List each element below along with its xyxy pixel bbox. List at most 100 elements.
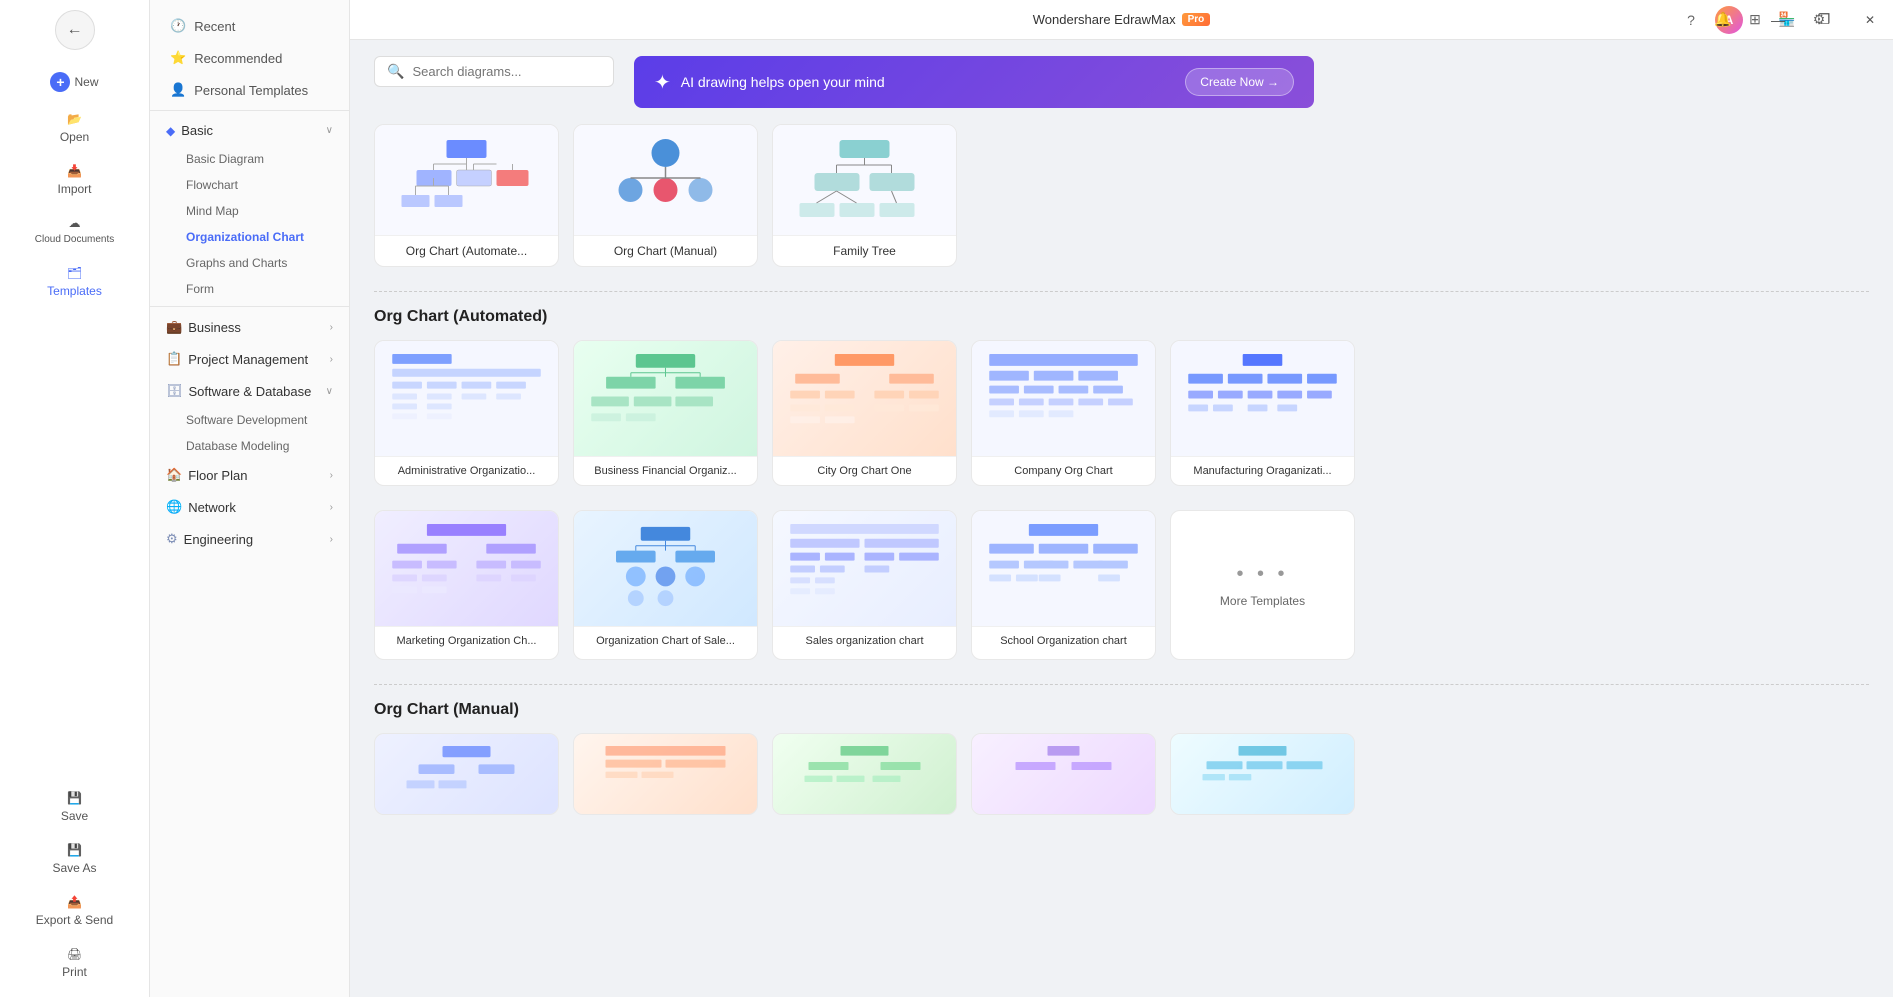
category-floor[interactable]: 🏠 Floor Plan ›	[150, 459, 349, 491]
create-now-button[interactable]: Create Now →	[1185, 68, 1294, 96]
card-manufacturing[interactable]: Manufacturing Oraganizati...	[1170, 340, 1355, 486]
business-chevron-icon: ›	[330, 322, 333, 333]
card-sales-org[interactable]: Sales organization chart	[772, 510, 957, 660]
card-school-org-label: School Organization chart	[972, 626, 1155, 655]
nav-print[interactable]: 🖨 Print	[0, 939, 149, 987]
app-title: Wondershare EdrawMax Pro	[1033, 12, 1211, 27]
card-company-org[interactable]: Company Org Chart	[971, 340, 1156, 486]
personal-icon: 👤	[170, 82, 186, 98]
category-engineering[interactable]: ⚙ Engineering ›	[150, 523, 349, 555]
import-icon: 📥	[67, 164, 82, 178]
nav-cloud[interactable]: ☁ Cloud Documents	[0, 208, 149, 254]
card-city-org[interactable]: City Org Chart One	[772, 340, 957, 486]
card-family-tree-preview	[773, 125, 956, 235]
card-school-org-preview	[972, 511, 1155, 626]
software-chevron-icon: ∨	[326, 386, 333, 397]
card-marketing[interactable]: Marketing Organization Ch...	[374, 510, 559, 660]
network-icon: 🌐	[166, 499, 182, 515]
card-org-auto[interactable]: Org Chart (Automate...	[374, 124, 559, 267]
pro-badge: Pro	[1182, 13, 1211, 26]
recent-icon: 🕐	[170, 18, 186, 34]
more-templates-card[interactable]: • • • More Templates	[1170, 510, 1355, 660]
card-manual-1[interactable]	[374, 733, 559, 815]
nav-save-label: Save	[61, 809, 88, 823]
category-business[interactable]: 💼 Business ›	[150, 311, 349, 343]
search-icon: 🔍	[387, 63, 404, 80]
search-bar[interactable]: 🔍	[374, 56, 614, 87]
card-org-sales[interactable]: Organization Chart of Sale...	[573, 510, 758, 660]
ai-icon: ✦	[654, 70, 671, 95]
sidebar-item-recommended[interactable]: ⭐ Recommended	[150, 42, 349, 74]
title-bar: Wondershare EdrawMax Pro A ? 🔔 ⊞ 🏪 ⚙ — ❐…	[350, 0, 1893, 40]
card-manufacturing-preview	[1171, 341, 1354, 456]
notification-icon-btn[interactable]: 🔔	[1709, 6, 1737, 34]
save-icon: 💾	[67, 791, 82, 805]
nav-save-as[interactable]: 💾 Save As	[0, 835, 149, 883]
help-icon-btn[interactable]: ?	[1677, 6, 1705, 34]
floor-icon: 🏠	[166, 467, 182, 483]
sidebar-item-form[interactable]: Form	[150, 276, 349, 302]
card-manual-3-preview	[773, 734, 956, 814]
sidebar-item-graphs[interactable]: Graphs and Charts	[150, 250, 349, 276]
minimize-button[interactable]: —	[1755, 0, 1801, 40]
nav-new[interactable]: + New	[0, 64, 149, 100]
engineering-icon: ⚙	[166, 531, 178, 547]
search-input[interactable]	[412, 64, 601, 79]
sidebar-item-software-dev[interactable]: Software Development	[150, 407, 349, 433]
project-chevron-icon: ›	[330, 354, 333, 365]
ai-banner-left: ✦ AI drawing helps open your mind	[654, 70, 885, 95]
card-manual-5[interactable]	[1170, 733, 1355, 815]
section-automated-title: Org Chart (Automated)	[374, 308, 1869, 326]
sidebar-item-recent[interactable]: 🕐 Recent	[150, 10, 349, 42]
card-manual-1-preview	[375, 734, 558, 814]
card-manufacturing-label: Manufacturing Oraganizati...	[1171, 456, 1354, 485]
category-network[interactable]: 🌐 Network ›	[150, 491, 349, 523]
nav-export[interactable]: 📤 Export & Send	[0, 887, 149, 935]
window-controls: — ❐ ✕	[1755, 0, 1893, 40]
section-divider-1	[374, 291, 1869, 292]
automated-grid: Administrative Organizatio...	[374, 340, 1869, 486]
card-sales-org-label: Sales organization chart	[773, 626, 956, 655]
software-icon: 🗄	[166, 383, 183, 399]
card-company-org-label: Company Org Chart	[972, 456, 1155, 485]
network-chevron-icon: ›	[330, 502, 333, 513]
nav-import[interactable]: 📥 Import	[0, 156, 149, 204]
card-manual-2[interactable]	[573, 733, 758, 815]
nav-templates[interactable]: 🗂 Templates	[0, 258, 149, 306]
basic-chevron-icon: ∨	[326, 125, 333, 136]
sidebar-second: 🕐 Recent ⭐ Recommended 👤 Personal Templa…	[150, 0, 350, 997]
card-admin[interactable]: Administrative Organizatio...	[374, 340, 559, 486]
card-org-manual[interactable]: Org Chart (Manual)	[573, 124, 758, 267]
sidebar-item-flowchart[interactable]: Flowchart	[150, 172, 349, 198]
back-button[interactable]: ←	[55, 10, 95, 50]
category-basic[interactable]: ◆ Basic ∨	[150, 115, 349, 146]
nav-new-label: New	[74, 75, 98, 89]
card-manual-4[interactable]	[971, 733, 1156, 815]
card-sales-org-preview	[773, 511, 956, 626]
card-school-org[interactable]: School Organization chart	[971, 510, 1156, 660]
sidebar-item-database[interactable]: Database Modeling	[150, 433, 349, 459]
maximize-button[interactable]: ❐	[1801, 0, 1847, 40]
basic-cat-icon: ◆	[166, 124, 175, 138]
card-business-financial[interactable]: Business Financial Organiz...	[573, 340, 758, 486]
recommended-icon: ⭐	[170, 50, 186, 66]
card-marketing-preview	[375, 511, 558, 626]
sidebar-item-mind-map[interactable]: Mind Map	[150, 198, 349, 224]
category-software[interactable]: 🗄 Software & Database ∨	[150, 375, 349, 407]
nav-save[interactable]: 💾 Save	[0, 783, 149, 831]
nav-templates-label: Templates	[47, 284, 102, 298]
card-org-auto-preview	[375, 125, 558, 235]
close-button[interactable]: ✕	[1847, 0, 1893, 40]
card-family-tree-label: Family Tree	[773, 235, 956, 266]
sidebar-item-org-chart[interactable]: Organizational Chart	[150, 224, 349, 250]
card-manual-3[interactable]	[772, 733, 957, 815]
sidebar-item-basic-diagram[interactable]: Basic Diagram	[150, 146, 349, 172]
card-org-sales-label: Organization Chart of Sale...	[574, 626, 757, 655]
nav-open[interactable]: 📂 Open	[0, 104, 149, 152]
card-business-financial-label: Business Financial Organiz...	[574, 456, 757, 485]
card-family-tree[interactable]: Family Tree	[772, 124, 957, 267]
category-project[interactable]: 📋 Project Management ›	[150, 343, 349, 375]
sidebar-item-personal[interactable]: 👤 Personal Templates	[150, 74, 349, 106]
section-divider-2	[374, 684, 1869, 685]
nav-print-label: Print	[62, 965, 87, 979]
